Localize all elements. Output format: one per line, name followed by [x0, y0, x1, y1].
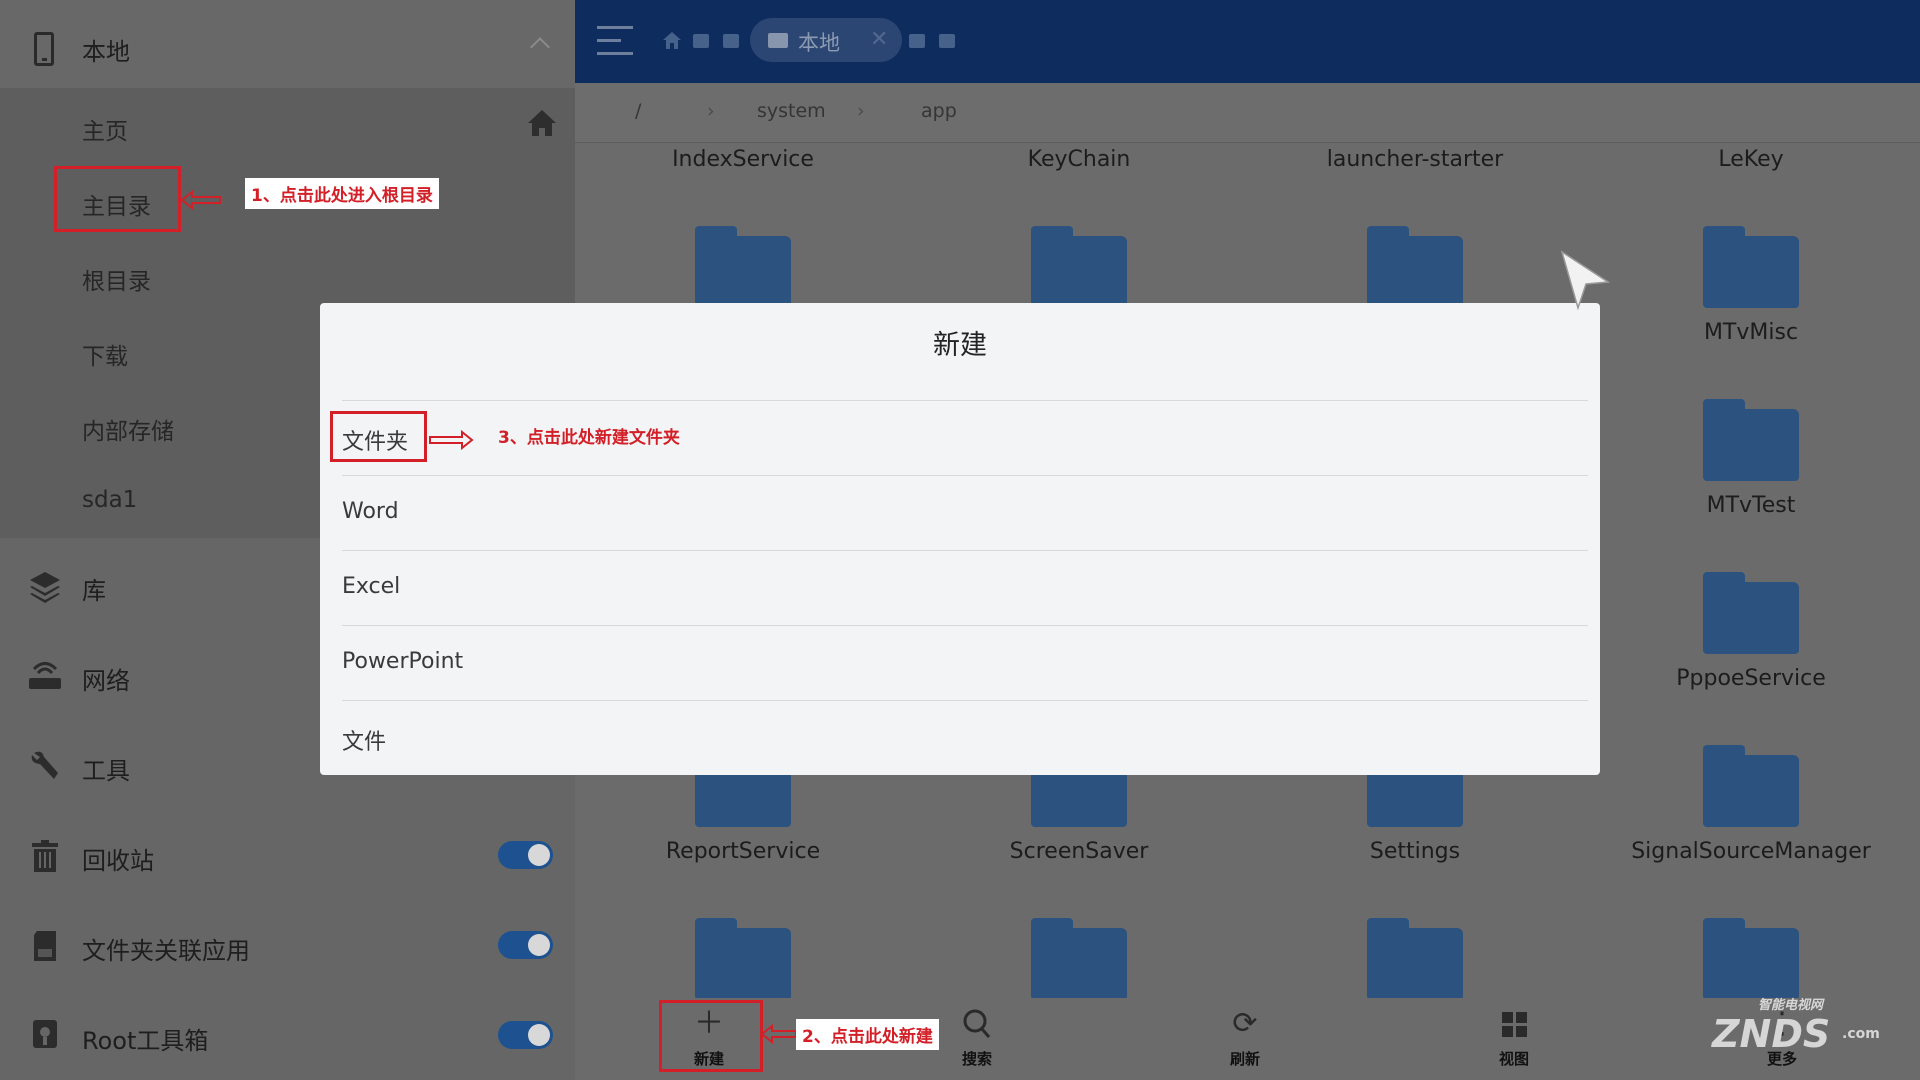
folder-icon[interactable]	[1703, 572, 1799, 654]
sidebar-item-sda1[interactable]: sda1	[82, 487, 137, 513]
root-toolbox-toggle[interactable]	[498, 1021, 553, 1049]
tab-label: 本地	[798, 31, 840, 55]
watermark-subtitle: 智能电视网	[1758, 998, 1824, 1013]
mouse-cursor-icon	[1560, 250, 1610, 311]
recycle-bin-toggle[interactable]	[498, 841, 553, 869]
annotation-box-home-directory	[54, 166, 181, 232]
dialog-title: 新建	[933, 330, 987, 361]
annotation-note-1: 1、点击此处进入根目录	[245, 178, 439, 209]
sidebar-item-label: 文件夹关联应用	[82, 937, 250, 965]
layers-icon	[30, 572, 60, 603]
chevron-right-icon: ›	[857, 100, 865, 122]
folder-item[interactable]: ReportService	[575, 839, 911, 864]
arrow-icon	[429, 429, 474, 451]
home-icon[interactable]	[527, 108, 557, 138]
sidebar-item-root-toolbox[interactable]: Root工具箱	[0, 1005, 575, 1075]
folder-apps-toggle[interactable]	[498, 931, 553, 959]
sidebar-header-title: 本地	[82, 38, 130, 66]
arrow-icon	[760, 1023, 797, 1045]
search-button[interactable]: 搜索	[932, 1004, 1022, 1078]
sidebar-item-label: 网络	[82, 667, 130, 695]
menu-icon[interactable]	[597, 26, 633, 56]
device-icon[interactable]	[693, 34, 709, 48]
folder-icon[interactable]	[695, 918, 791, 998]
sidebar-item-recycle-bin[interactable]: 回收站	[0, 825, 575, 895]
tab-local[interactable]: 本地 ✕	[750, 18, 902, 62]
folder-item[interactable]: launcher-starter	[1247, 147, 1583, 172]
close-icon[interactable]: ✕	[870, 27, 888, 52]
sidebar-item-label: Root工具箱	[82, 1027, 209, 1055]
top-bar: 本地 ✕	[575, 0, 1920, 83]
annotation-note-3: 3、点击此处新建文件夹	[498, 428, 680, 448]
sidebar-item-internal-storage[interactable]: 内部存储	[82, 412, 174, 446]
device-icon[interactable]	[939, 34, 955, 48]
refresh-button[interactable]: ⟳ 刷新	[1200, 1004, 1290, 1078]
arrow-icon	[180, 189, 221, 211]
sidebar-item-downloads[interactable]: 下载	[82, 337, 128, 371]
annotation-note-2: 2、点击此处新建	[796, 1019, 939, 1050]
sidebar-item-label: 工具	[82, 757, 130, 785]
sidebar-item-root-directory[interactable]: 根目录	[82, 262, 151, 296]
chevron-up-icon[interactable]	[530, 37, 550, 57]
trash-icon	[32, 840, 58, 872]
annotation-box-new	[659, 1000, 763, 1072]
folder-item[interactable]: Settings	[1247, 839, 1583, 864]
root-badge-icon	[33, 1020, 57, 1048]
breadcrumb: / › system › app	[575, 83, 1920, 143]
folder-item[interactable]: MTvMisc	[1583, 320, 1919, 345]
device-icon[interactable]	[723, 34, 739, 48]
folder-icon[interactable]	[1703, 745, 1799, 827]
folder-item[interactable]: KeyChain	[911, 147, 1247, 172]
sidebar-item-label: 库	[82, 577, 106, 605]
sidebar-item-label: 回收站	[82, 847, 154, 875]
folder-icon[interactable]	[1703, 399, 1799, 481]
option-file[interactable]: 文件	[342, 701, 1588, 775]
router-icon	[29, 662, 61, 689]
chevron-right-icon: ›	[707, 100, 715, 122]
folder-item[interactable]: SignalSourceManager	[1583, 839, 1919, 864]
folder-item[interactable]: ScreenSaver	[911, 839, 1247, 864]
folder-icon[interactable]	[1367, 226, 1463, 308]
folder-icon[interactable]	[1367, 918, 1463, 998]
watermark-logo: ZNDS	[1712, 1012, 1831, 1056]
folder-icon[interactable]	[1703, 226, 1799, 308]
sidebar-item-folder-apps[interactable]: 文件夹关联应用	[0, 915, 575, 985]
folder-icon[interactable]	[1031, 226, 1127, 308]
sd-card-icon	[34, 931, 56, 961]
folder-item[interactable]: IndexService	[575, 147, 911, 172]
device-icon	[768, 33, 788, 48]
option-powerpoint[interactable]: PowerPoint	[342, 626, 1588, 700]
folder-icon[interactable]	[1031, 918, 1127, 998]
new-item-dialog: 新建 文件夹 Word Excel PowerPoint 文件	[320, 303, 1600, 775]
annotation-box-folder	[330, 411, 427, 462]
search-icon	[963, 1009, 991, 1038]
breadcrumb-root[interactable]: /	[635, 100, 641, 122]
folder-item[interactable]: LeKey	[1583, 147, 1919, 172]
phone-icon	[34, 32, 54, 66]
refresh-icon: ⟳	[1232, 1006, 1258, 1041]
folder-icon[interactable]	[1703, 918, 1799, 998]
sidebar-item-home[interactable]: 主页	[82, 112, 128, 146]
option-excel[interactable]: Excel	[342, 551, 1588, 625]
sidebar-header-local[interactable]: 本地	[0, 0, 575, 88]
folder-item[interactable]: PppoeService	[1583, 666, 1919, 691]
folder-item[interactable]: MTvTest	[1583, 493, 1919, 518]
option-word[interactable]: Word	[342, 476, 1588, 550]
home-icon[interactable]	[663, 32, 681, 49]
grid-view-icon	[1502, 1012, 1527, 1037]
breadcrumb-system[interactable]: system	[757, 100, 826, 122]
watermark-suffix: .com	[1842, 1026, 1880, 1042]
cloud-icon[interactable]	[909, 34, 925, 48]
wrench-icon	[31, 751, 58, 779]
breadcrumb-app[interactable]: app	[921, 100, 957, 122]
folder-icon[interactable]	[695, 226, 791, 308]
view-button[interactable]: 视图	[1469, 1004, 1559, 1078]
